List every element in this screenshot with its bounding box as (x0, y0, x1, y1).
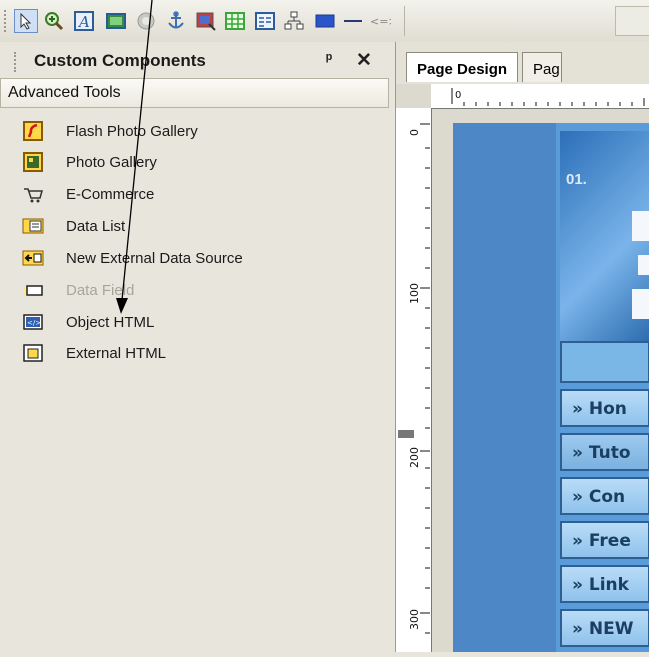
cart-icon (22, 183, 44, 205)
panel-grip[interactable] (14, 52, 18, 72)
item-label: Flash Photo Gallery (66, 122, 198, 140)
header-box (632, 211, 649, 241)
close-icon[interactable]: ✕ (356, 49, 372, 72)
anchor-icon[interactable] (164, 9, 188, 33)
data-list-icon (22, 215, 44, 237)
main-toolbar: A <=> (0, 0, 649, 43)
ruler-h-label: 0 (455, 90, 461, 101)
panel-header: Custom Components ᵖ ✕ (0, 42, 389, 80)
item-e-commerce[interactable]: E-Commerce (22, 181, 154, 207)
site-header-image[interactable]: 01. (560, 131, 649, 341)
item-label: Object HTML (66, 313, 155, 331)
header-box (632, 289, 649, 319)
object-html-icon: </> (22, 311, 44, 333)
svg-text:</>: </> (27, 319, 41, 327)
pin-icon[interactable]: ᵖ (326, 51, 332, 69)
code-icon[interactable]: <=> (368, 9, 392, 33)
vertical-ruler: 0 100 200 300 (396, 108, 432, 657)
item-label: Photo Gallery (66, 153, 157, 171)
item-external-html[interactable]: External HTML (22, 340, 166, 366)
sitemap-icon[interactable] (282, 9, 306, 33)
menu-item-contact[interactable]: » Con (560, 477, 649, 515)
zoom-icon[interactable] (42, 9, 66, 33)
menu-item-free[interactable]: » Free (560, 521, 649, 559)
line-icon[interactable] (341, 9, 365, 33)
photo-icon[interactable] (194, 9, 218, 33)
custom-components-panel: Custom Components ᵖ ✕ Advanced Tools Fla… (0, 42, 395, 652)
image-icon[interactable] (104, 9, 128, 33)
toolbar-separator (404, 6, 405, 36)
rectangle-icon[interactable] (313, 9, 337, 33)
ruler-v-100: 100 (408, 283, 421, 304)
item-new-external-data-source[interactable]: New External Data Source (22, 245, 243, 271)
item-label: External HTML (66, 344, 167, 362)
page-canvas[interactable]: 01. » Hon » Tuto » Con » Free » Link » N… (453, 123, 649, 652)
svg-text:<=>: <=> (370, 15, 391, 28)
site-banner-bar (560, 341, 649, 383)
ruler-v-200: 200 (408, 447, 421, 468)
shape-icon[interactable] (134, 9, 158, 33)
site-preview: 01. » Hon » Tuto » Con » Free » Link » N… (556, 123, 649, 652)
item-label: E-Commerce (66, 185, 155, 203)
external-source-icon (22, 247, 44, 269)
menu-item-tutorials[interactable]: » Tuto (560, 433, 649, 471)
data-field-icon (22, 279, 44, 301)
photo-gallery-icon (22, 151, 44, 173)
design-tabs: Page Design Pag (396, 42, 649, 84)
toolbar-grip[interactable] (4, 10, 9, 32)
item-object-html[interactable]: </> Object HTML (22, 309, 154, 335)
header-number: 01. (566, 171, 587, 188)
header-box (638, 255, 649, 275)
flash-gallery-icon (22, 120, 44, 142)
toolbar-overflow[interactable] (615, 6, 649, 36)
menu-item-home[interactable]: » Hon (560, 389, 649, 427)
item-label: Data List (66, 217, 126, 235)
advanced-tools-header[interactable]: Advanced Tools (0, 78, 389, 108)
item-label: Data Field (66, 281, 135, 299)
pointer-icon[interactable] (14, 9, 38, 33)
text-icon[interactable]: A (72, 9, 96, 33)
item-label: New External Data Source (66, 249, 243, 267)
page-design-area: Page Design Pag 0 0 100 200 300 01. » Ho… (395, 42, 649, 657)
item-flash-photo-gallery[interactable]: Flash Photo Gallery (22, 118, 198, 144)
horizontal-ruler: 0 (431, 84, 649, 109)
menu-item-links[interactable]: » Link (560, 565, 649, 603)
tab-page[interactable]: Pag (522, 52, 562, 82)
ruler-v-300: 300 (408, 609, 421, 630)
table-icon[interactable] (223, 9, 247, 33)
panel-title: Custom Components (34, 51, 206, 70)
tab-page-design[interactable]: Page Design (406, 52, 518, 82)
item-data-list[interactable]: Data List (22, 213, 125, 239)
item-data-field[interactable]: Data Field (22, 277, 134, 303)
item-photo-gallery[interactable]: Photo Gallery (22, 149, 157, 175)
form-icon[interactable] (253, 9, 277, 33)
menu-item-new[interactable]: » NEW (560, 609, 649, 647)
svg-text:A: A (77, 13, 90, 31)
external-html-icon (22, 342, 44, 364)
ruler-v-0: 0 (408, 129, 421, 136)
